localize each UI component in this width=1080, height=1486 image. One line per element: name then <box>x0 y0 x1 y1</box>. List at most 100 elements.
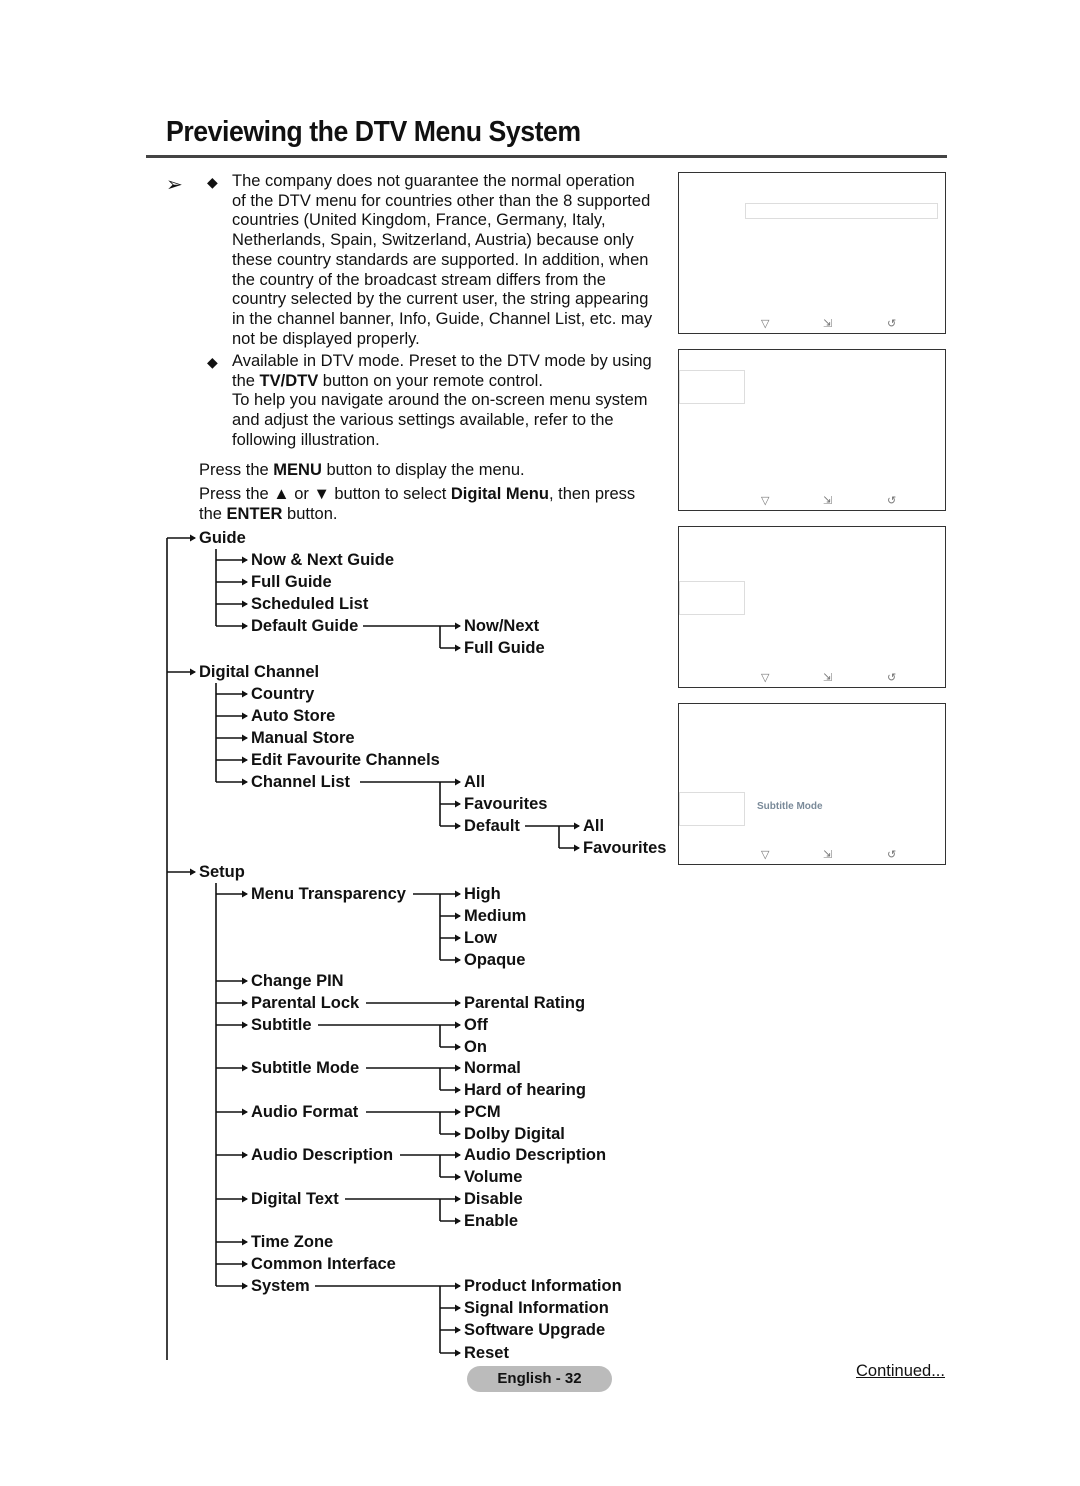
option-item[interactable]: Medium <box>464 907 526 925</box>
arrowhead-icon <box>242 999 248 1007</box>
arrowhead-icon <box>455 622 461 630</box>
arrowhead-icon <box>242 1151 248 1159</box>
option-item[interactable]: Parental Rating <box>464 994 585 1012</box>
menu-item[interactable]: Parental Lock <box>251 994 359 1012</box>
option-item[interactable]: Enable <box>464 1212 518 1230</box>
option-item[interactable]: Disable <box>464 1190 523 1208</box>
menu-item[interactable]: System <box>251 1277 310 1295</box>
arrowhead-icon <box>455 912 461 920</box>
arrowhead-icon <box>455 999 461 1007</box>
option-item[interactable]: Software Upgrade <box>464 1321 605 1339</box>
arrowhead-icon <box>455 1043 461 1051</box>
arrowhead-icon <box>455 934 461 942</box>
arrowhead-icon <box>242 1282 248 1290</box>
menu-item[interactable]: Scheduled List <box>251 595 368 613</box>
menu-item[interactable]: Default Guide <box>251 617 358 635</box>
menu-digital-channel[interactable]: Digital Channel <box>199 663 319 681</box>
option-item[interactable]: Audio Description <box>464 1146 606 1164</box>
option-item[interactable]: Favourites <box>583 839 666 857</box>
option-item[interactable]: Hard of hearing <box>464 1081 586 1099</box>
arrowhead-icon <box>455 1173 461 1181</box>
continued-link[interactable]: Continued... <box>856 1362 945 1381</box>
menu-item[interactable]: Manual Store <box>251 729 355 747</box>
menu-tree-connectors <box>166 534 580 1360</box>
arrowhead-icon <box>242 600 248 608</box>
option-item[interactable]: Off <box>464 1016 488 1034</box>
arrowhead-icon <box>242 977 248 985</box>
menu-item[interactable]: Change PIN <box>251 972 344 990</box>
arrowhead-icon <box>242 1108 248 1116</box>
menu-item[interactable]: Subtitle Mode <box>251 1059 359 1077</box>
menu-item[interactable]: Time Zone <box>251 1233 333 1251</box>
option-item[interactable]: Favourites <box>464 795 547 813</box>
arrowhead-icon <box>455 1304 461 1312</box>
arrowhead-icon <box>190 668 196 676</box>
option-item[interactable]: Volume <box>464 1168 522 1186</box>
arrowhead-icon <box>455 1130 461 1138</box>
arrowhead-icon <box>242 1064 248 1072</box>
menu-item[interactable]: Edit Favourite Channels <box>251 751 440 769</box>
option-item[interactable]: Opaque <box>464 951 525 969</box>
arrowhead-icon <box>242 890 248 898</box>
option-item[interactable]: Full Guide <box>464 639 545 657</box>
menu-item[interactable]: Audio Description <box>251 1146 393 1164</box>
page-number-badge: English - 32 <box>467 1366 612 1392</box>
option-item[interactable]: Dolby Digital <box>464 1125 565 1143</box>
arrowhead-icon <box>242 622 248 630</box>
menu-setup[interactable]: Setup <box>199 863 245 881</box>
option-item[interactable]: PCM <box>464 1103 501 1121</box>
arrowhead-icon <box>190 868 196 876</box>
arrowhead-icon <box>455 1064 461 1072</box>
option-item[interactable]: Signal Information <box>464 1299 609 1317</box>
arrowhead-icon <box>455 1195 461 1203</box>
menu-item[interactable]: Audio Format <box>251 1103 358 1121</box>
arrowhead-icon <box>242 1238 248 1246</box>
arrowhead-icon <box>574 844 580 852</box>
arrowhead-icon <box>455 1108 461 1116</box>
menu-item[interactable]: Now & Next Guide <box>251 551 394 569</box>
arrowhead-icon <box>242 734 248 742</box>
arrowhead-icon <box>242 1260 248 1268</box>
arrowhead-icon <box>242 1195 248 1203</box>
arrowhead-icon <box>455 1326 461 1334</box>
option-item[interactable]: Default <box>464 817 520 835</box>
option-item[interactable]: High <box>464 885 501 903</box>
arrowhead-icon <box>190 534 196 542</box>
option-item[interactable]: Normal <box>464 1059 521 1077</box>
arrowhead-icon <box>455 800 461 808</box>
arrowhead-icon <box>455 644 461 652</box>
option-item[interactable]: Reset <box>464 1344 509 1362</box>
arrowhead-icon <box>455 1282 461 1290</box>
menu-guide[interactable]: Guide <box>199 529 246 547</box>
menu-item[interactable]: Full Guide <box>251 573 332 591</box>
arrowhead-icon <box>455 822 461 830</box>
menu-item[interactable]: Auto Store <box>251 707 335 725</box>
arrowhead-icon <box>242 690 248 698</box>
arrowhead-icon <box>455 890 461 898</box>
option-item[interactable]: All <box>464 773 485 791</box>
arrowhead-icon <box>455 1021 461 1029</box>
arrowhead-icon <box>455 956 461 964</box>
menu-item[interactable]: Subtitle <box>251 1016 312 1034</box>
arrowhead-icon <box>242 712 248 720</box>
arrowhead-icon <box>242 578 248 586</box>
arrowhead-icon <box>242 756 248 764</box>
arrowhead-icon <box>455 1349 461 1357</box>
menu-item[interactable]: Common Interface <box>251 1255 396 1273</box>
option-item[interactable]: On <box>464 1038 487 1056</box>
menu-item[interactable]: Channel List <box>251 773 350 791</box>
option-item[interactable]: Low <box>464 929 497 947</box>
arrowhead-icon <box>455 1151 461 1159</box>
menu-item[interactable]: Country <box>251 685 314 703</box>
arrowhead-icon <box>455 778 461 786</box>
arrowhead-icon <box>242 778 248 786</box>
option-item[interactable]: Product Information <box>464 1277 622 1295</box>
menu-item[interactable]: Digital Text <box>251 1190 339 1208</box>
arrowhead-icon <box>242 556 248 564</box>
option-item[interactable]: All <box>583 817 604 835</box>
arrowhead-icon <box>455 1217 461 1225</box>
arrowhead-icon <box>455 1086 461 1094</box>
arrowhead-icon <box>242 1021 248 1029</box>
menu-item[interactable]: Menu Transparency <box>251 885 406 903</box>
option-item[interactable]: Now/Next <box>464 617 539 635</box>
